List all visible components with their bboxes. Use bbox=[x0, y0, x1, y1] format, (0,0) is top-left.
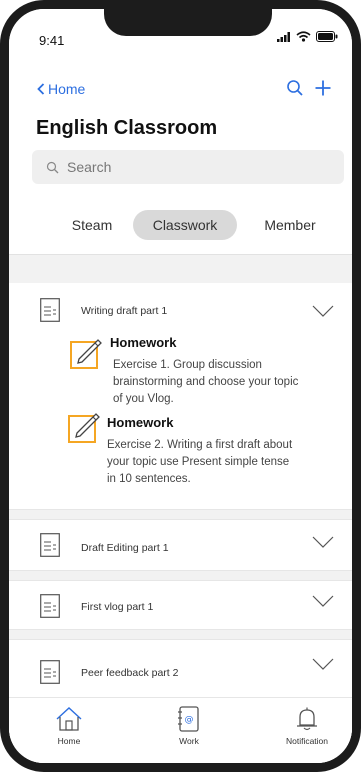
home-icon bbox=[56, 707, 82, 731]
search-icon[interactable] bbox=[286, 79, 304, 97]
tab-classwork[interactable]: Classwork bbox=[133, 210, 237, 240]
back-button[interactable]: Home bbox=[37, 81, 85, 97]
document-icon bbox=[40, 594, 60, 618]
section-title: First vlog part 1 bbox=[81, 601, 154, 613]
signal-icon bbox=[277, 31, 290, 42]
homework-title: Homework bbox=[107, 415, 174, 430]
section-title: Draft Editing part 1 bbox=[81, 542, 169, 554]
status-time: 9:41 bbox=[39, 33, 65, 48]
document-icon bbox=[40, 298, 60, 322]
section-title: Peer feedback part 2 bbox=[81, 667, 179, 679]
chevron-down-icon[interactable] bbox=[312, 595, 334, 607]
chevron-left-icon bbox=[37, 83, 45, 95]
bell-icon bbox=[297, 707, 317, 731]
bottom-nav-label: Work bbox=[179, 736, 199, 746]
search-field-icon bbox=[46, 161, 59, 173]
nav-actions bbox=[286, 79, 332, 97]
svg-text:@: @ bbox=[185, 715, 194, 725]
tab-bar: Steam Classwork Member bbox=[9, 210, 352, 240]
battery-icon bbox=[316, 31, 338, 42]
section-draft-editing[interactable]: Draft Editing part 1 bbox=[9, 520, 352, 570]
tab-member[interactable]: Member bbox=[254, 210, 326, 240]
homework-description: Exercise 2. Writing a first draft about … bbox=[107, 437, 292, 488]
section-title: Writing draft part 1 bbox=[81, 305, 168, 317]
bottom-nav-label: Home bbox=[57, 736, 81, 746]
homework-line: Exercise 1. Group discussion bbox=[113, 359, 262, 371]
back-label: Home bbox=[48, 81, 86, 97]
section-writing-draft[interactable]: Writing draft part 1 Homework Exercise 1… bbox=[9, 283, 352, 509]
homework-description: Exercise 1. Group discussion brainstormi… bbox=[113, 357, 298, 408]
document-icon bbox=[40, 533, 60, 557]
chevron-down-icon[interactable] bbox=[312, 536, 334, 548]
tab-steam[interactable]: Steam bbox=[57, 210, 127, 240]
homework-line: Exercise 2. Writing a first draft about bbox=[107, 439, 293, 451]
phone-frame: 9:41 Home English Classroom Search Steam… bbox=[0, 0, 361, 772]
search-placeholder: Search bbox=[67, 159, 112, 175]
section-peer-feedback[interactable]: Peer feedback part 2 bbox=[9, 640, 352, 696]
bottom-nav-home[interactable]: Home bbox=[49, 706, 89, 746]
status-icons bbox=[277, 31, 338, 42]
document-icon bbox=[40, 660, 60, 684]
section-separator bbox=[9, 629, 352, 640]
homework-line: your topic use Present simple tense bbox=[107, 456, 290, 468]
section-separator bbox=[9, 570, 352, 581]
homework-line: in 10 sentences. bbox=[107, 473, 191, 485]
homework-line: brainstorming and choose your topic bbox=[113, 376, 299, 388]
section-divider bbox=[9, 254, 352, 284]
device-notch bbox=[104, 9, 272, 36]
chevron-down-icon[interactable] bbox=[312, 658, 334, 670]
bottom-nav: Home @ Work Notification bbox=[9, 697, 352, 763]
homework-title: Homework bbox=[110, 335, 177, 350]
section-separator bbox=[9, 509, 352, 520]
bottom-nav-notification[interactable]: Notification bbox=[277, 706, 337, 746]
page-title: English Classroom bbox=[36, 117, 218, 139]
work-icon: @ bbox=[178, 706, 199, 732]
chevron-down-icon[interactable] bbox=[312, 305, 334, 317]
bottom-nav-label: Notification bbox=[285, 736, 329, 746]
wifi-icon bbox=[296, 31, 311, 42]
homework-line: of you Vlog. bbox=[113, 393, 174, 405]
add-icon[interactable] bbox=[314, 79, 332, 97]
screen: 9:41 Home English Classroom Search Steam… bbox=[9, 9, 352, 763]
bottom-nav-work[interactable]: @ Work bbox=[169, 706, 209, 746]
section-first-vlog[interactable]: First vlog part 1 bbox=[9, 581, 352, 629]
search-input[interactable]: Search bbox=[32, 150, 344, 184]
homework-edit-icon bbox=[68, 413, 100, 443]
homework-edit-icon bbox=[70, 339, 102, 369]
